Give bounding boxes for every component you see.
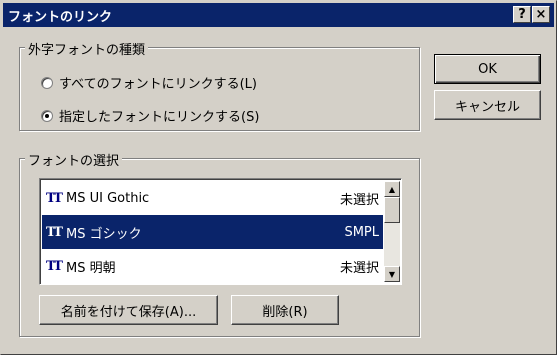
help-icon: ? <box>518 7 526 22</box>
radio-button-specified[interactable] <box>41 109 53 122</box>
chevron-up-icon: ▲ <box>388 184 396 194</box>
close-icon: × <box>535 7 547 22</box>
cancel-button[interactable]: キャンセル <box>434 90 541 120</box>
truetype-icon: TT <box>46 224 63 240</box>
font-name: MS 明朝 <box>66 260 116 276</box>
type-group-label: 外字フォントの種類 <box>25 39 149 58</box>
window-title: フォントのリンク <box>8 9 113 25</box>
radio-link-specified-label: 指定したフォントにリンクする(S) <box>59 110 260 125</box>
chevron-down-icon: ▼ <box>388 269 396 279</box>
save-as-button[interactable]: 名前を付けて保存(A)... <box>39 295 218 325</box>
close-button[interactable]: × <box>532 6 550 23</box>
radio-link-all[interactable]: すべてのフォントにリンクする(L) <box>41 73 257 92</box>
font-list-item[interactable]: TT MS UI Gothic 未選択 <box>42 181 383 215</box>
font-link-dialog: フォントのリンク ? × 外字フォントの種類 すべてのフォントにリンクする(L)… <box>0 0 557 355</box>
font-name: MS ゴシック <box>66 226 142 242</box>
font-list[interactable]: TT MS UI Gothic 未選択 TT MS ゴシック SMPL TT M… <box>39 178 402 285</box>
font-list-item[interactable]: TT MS 明朝 未選択 <box>42 249 383 283</box>
cancel-button-label: キャンセル <box>454 99 520 115</box>
radio-link-specified[interactable]: 指定したフォントにリンクする(S) <box>41 106 259 125</box>
font-list-item[interactable]: TT MS ゴシック SMPL <box>42 215 383 249</box>
save-as-button-label: 名前を付けて保存(A)... <box>60 304 197 320</box>
radio-button-all[interactable] <box>41 76 53 89</box>
font-status: SMPL <box>344 224 379 240</box>
font-status: 未選択 <box>339 192 379 208</box>
delete-button-label: 削除(R) <box>262 304 308 320</box>
scroll-down-button[interactable]: ▼ <box>384 266 400 282</box>
radio-link-all-label: すべてのフォントにリンクする(L) <box>59 77 257 92</box>
ok-button-label: OK <box>478 61 497 77</box>
ok-button[interactable]: OK <box>434 54 541 84</box>
truetype-icon: TT <box>46 190 63 206</box>
font-select-group-label: フォントの選択 <box>25 150 123 169</box>
scroll-up-button[interactable]: ▲ <box>384 181 400 197</box>
font-status: 未選択 <box>339 260 379 276</box>
help-button[interactable]: ? <box>513 6 531 23</box>
truetype-icon: TT <box>46 258 63 274</box>
scroll-thumb[interactable] <box>384 197 400 223</box>
list-scrollbar[interactable]: ▲ ▼ <box>384 181 400 282</box>
title-bar[interactable]: フォントのリンク ? × <box>3 3 554 27</box>
font-name: MS UI Gothic <box>66 190 150 206</box>
delete-button[interactable]: 削除(R) <box>231 295 339 325</box>
